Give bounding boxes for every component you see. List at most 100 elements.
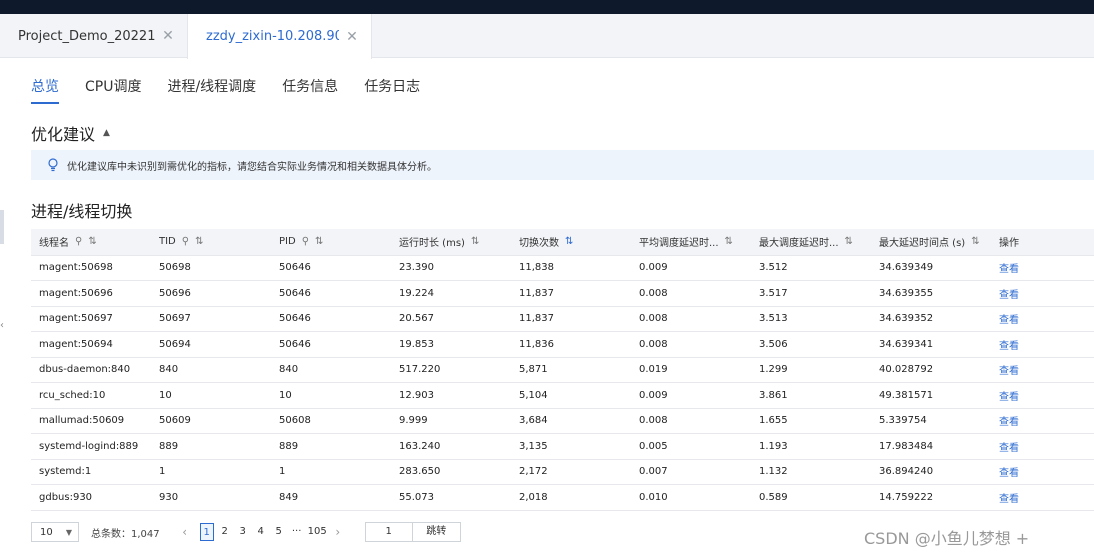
cell-avg-delay: 0.007 bbox=[631, 459, 751, 485]
cell-max-delay-time: 36.894240 bbox=[871, 459, 991, 485]
collapse-caret-icon[interactable]: ▲ bbox=[103, 128, 110, 138]
column-header-max-delay-time: 最大延迟时间点 (s) ⇅ bbox=[871, 229, 991, 256]
cell-tid: 930 bbox=[151, 484, 271, 511]
cell-pid: 50646 bbox=[271, 331, 391, 358]
cell-pid: 1 bbox=[271, 459, 391, 485]
cell-max-delay-time: 17.983484 bbox=[871, 433, 991, 460]
view-link[interactable]: 查看 bbox=[999, 366, 1019, 377]
sort-icon[interactable]: ⇅ bbox=[725, 236, 733, 247]
page-size-value: 10 bbox=[40, 526, 53, 538]
view-link[interactable]: 查看 bbox=[999, 494, 1019, 505]
optimization-tip-text: 优化建议库中未识别到需优化的指标，请您结合实际业务情况和相关数据具体分析。 bbox=[67, 161, 437, 173]
cell-run-time: 283.650 bbox=[391, 459, 511, 485]
sort-icon[interactable]: ⇅ bbox=[195, 236, 203, 247]
column-header-action: 操作 bbox=[991, 229, 1094, 256]
cell-pid: 10 bbox=[271, 382, 391, 409]
cell-max-delay: 3.517 bbox=[751, 280, 871, 307]
cell-max-delay-time: 5.339754 bbox=[871, 408, 991, 434]
cell-max-delay-time: 34.639349 bbox=[871, 255, 991, 281]
optimization-title: 优化建议 bbox=[31, 125, 96, 144]
file-tab-label: zzdy_zixin-10.208.90.... bbox=[206, 29, 339, 44]
search-icon[interactable]: ⚲ bbox=[302, 236, 309, 247]
jump-page-input[interactable]: 1 bbox=[364, 522, 413, 542]
view-link[interactable]: 查看 bbox=[999, 443, 1019, 454]
page-4[interactable]: 4 bbox=[254, 523, 268, 541]
cell-thread-name: dbus-daemon:840 bbox=[31, 357, 151, 383]
cell-switch-count: 11,838 bbox=[511, 255, 631, 281]
page-ellipsis[interactable]: ··· bbox=[290, 523, 304, 541]
prev-page-icon[interactable]: ‹ bbox=[178, 523, 192, 541]
cell-max-delay-time: 34.639355 bbox=[871, 280, 991, 307]
column-header-run-time: 运行时长 (ms) ⇅ bbox=[391, 229, 511, 256]
tab-cpu-scheduling[interactable]: CPU调度 bbox=[85, 76, 141, 104]
table-row: magent:50698 50698 50646 23.390 11,838 0.009 3… bbox=[31, 255, 1094, 281]
jump-button[interactable]: 跳转 bbox=[412, 522, 461, 542]
table-row: magent:50696 50696 50646 19.224 11,837 0.008 3… bbox=[31, 280, 1094, 307]
cell-tid: 1 bbox=[151, 459, 271, 485]
cell-avg-delay: 0.009 bbox=[631, 382, 751, 409]
cell-avg-delay: 0.019 bbox=[631, 357, 751, 383]
sort-icon[interactable]: ⇅ bbox=[845, 236, 853, 247]
page-1[interactable]: 1 bbox=[199, 523, 214, 541]
tab-overview[interactable]: 总览 bbox=[31, 76, 59, 104]
close-icon[interactable]: ✕ bbox=[161, 28, 175, 44]
sort-desc-icon[interactable]: ⇅ bbox=[565, 236, 573, 247]
chevron-left-icon[interactable]: ‹ bbox=[0, 320, 4, 331]
cell-action: 查看 bbox=[991, 255, 1094, 281]
page-3[interactable]: 3 bbox=[236, 523, 250, 541]
cell-max-delay: 3.506 bbox=[751, 331, 871, 358]
cell-max-delay-time: 34.639341 bbox=[871, 331, 991, 358]
page-2[interactable]: 2 bbox=[218, 523, 232, 541]
view-link[interactable]: 查看 bbox=[999, 264, 1019, 275]
view-link[interactable]: 查看 bbox=[999, 315, 1019, 326]
view-link[interactable]: 查看 bbox=[999, 341, 1019, 352]
optimization-section-header[interactable]: 优化建议 ▲ bbox=[31, 121, 110, 145]
file-tab-label: Project_Demo_20221... bbox=[18, 28, 155, 44]
cell-pid: 889 bbox=[271, 433, 391, 460]
table-row: systemd:1 1 1 283.650 2,172 0.007 1.132 36.8942… bbox=[31, 459, 1094, 485]
cell-tid: 50696 bbox=[151, 280, 271, 307]
view-link[interactable]: 查看 bbox=[999, 392, 1019, 403]
cell-thread-name: mallumad:50609 bbox=[31, 408, 151, 434]
view-link[interactable]: 查看 bbox=[999, 468, 1019, 479]
cell-pid: 50646 bbox=[271, 280, 391, 307]
total-count: 总条数：1,047 bbox=[91, 528, 160, 540]
cell-tid: 50698 bbox=[151, 255, 271, 281]
page-size-select[interactable]: 10 ▼ bbox=[31, 522, 79, 542]
cell-avg-delay: 0.010 bbox=[631, 484, 751, 511]
file-tab-zzdy-zixin[interactable]: zzdy_zixin-10.208.90.... ✕ bbox=[187, 14, 372, 59]
cell-action: 查看 bbox=[991, 331, 1094, 358]
close-icon[interactable]: ✕ bbox=[345, 29, 359, 45]
cell-max-delay-time: 14.759222 bbox=[871, 484, 991, 511]
side-panel-edge[interactable] bbox=[0, 210, 4, 244]
cell-run-time: 19.853 bbox=[391, 331, 511, 358]
cell-max-delay: 3.861 bbox=[751, 382, 871, 409]
cell-run-time: 23.390 bbox=[391, 255, 511, 281]
cell-tid: 50694 bbox=[151, 331, 271, 358]
switch-table: 线程名 ⚲ ⇅ TID ⚲ ⇅ PID ⚲ ⇅ 运行时长 (ms) ⇅ 切换次数 ⇅ 平均调度延… bbox=[31, 229, 1094, 511]
cell-run-time: 517.220 bbox=[391, 357, 511, 383]
cell-action: 查看 bbox=[991, 280, 1094, 307]
view-link[interactable]: 查看 bbox=[999, 290, 1019, 301]
file-tab-project-demo[interactable]: Project_Demo_20221... ✕ bbox=[0, 14, 187, 58]
tab-process-thread-scheduling[interactable]: 进程/线程调度 bbox=[167, 76, 256, 104]
sort-icon[interactable]: ⇅ bbox=[971, 236, 979, 247]
search-icon[interactable]: ⚲ bbox=[182, 236, 189, 247]
cell-switch-count: 11,837 bbox=[511, 280, 631, 307]
cell-pid: 50608 bbox=[271, 408, 391, 434]
search-icon[interactable]: ⚲ bbox=[75, 236, 82, 247]
tab-task-log[interactable]: 任务日志 bbox=[364, 76, 420, 104]
tab-task-info[interactable]: 任务信息 bbox=[282, 76, 338, 104]
cell-action: 查看 bbox=[991, 433, 1094, 460]
page-5[interactable]: 5 bbox=[272, 523, 286, 541]
cell-max-delay: 0.589 bbox=[751, 484, 871, 511]
sort-icon[interactable]: ⇅ bbox=[471, 236, 479, 247]
sort-icon[interactable]: ⇅ bbox=[88, 236, 96, 247]
cell-switch-count: 11,836 bbox=[511, 331, 631, 358]
next-page-icon[interactable]: › bbox=[331, 523, 345, 541]
cell-switch-count: 3,135 bbox=[511, 433, 631, 460]
sort-icon[interactable]: ⇅ bbox=[315, 236, 323, 247]
view-link[interactable]: 查看 bbox=[999, 417, 1019, 428]
lightbulb-icon bbox=[48, 158, 58, 172]
page-105[interactable]: 105 bbox=[308, 523, 327, 541]
